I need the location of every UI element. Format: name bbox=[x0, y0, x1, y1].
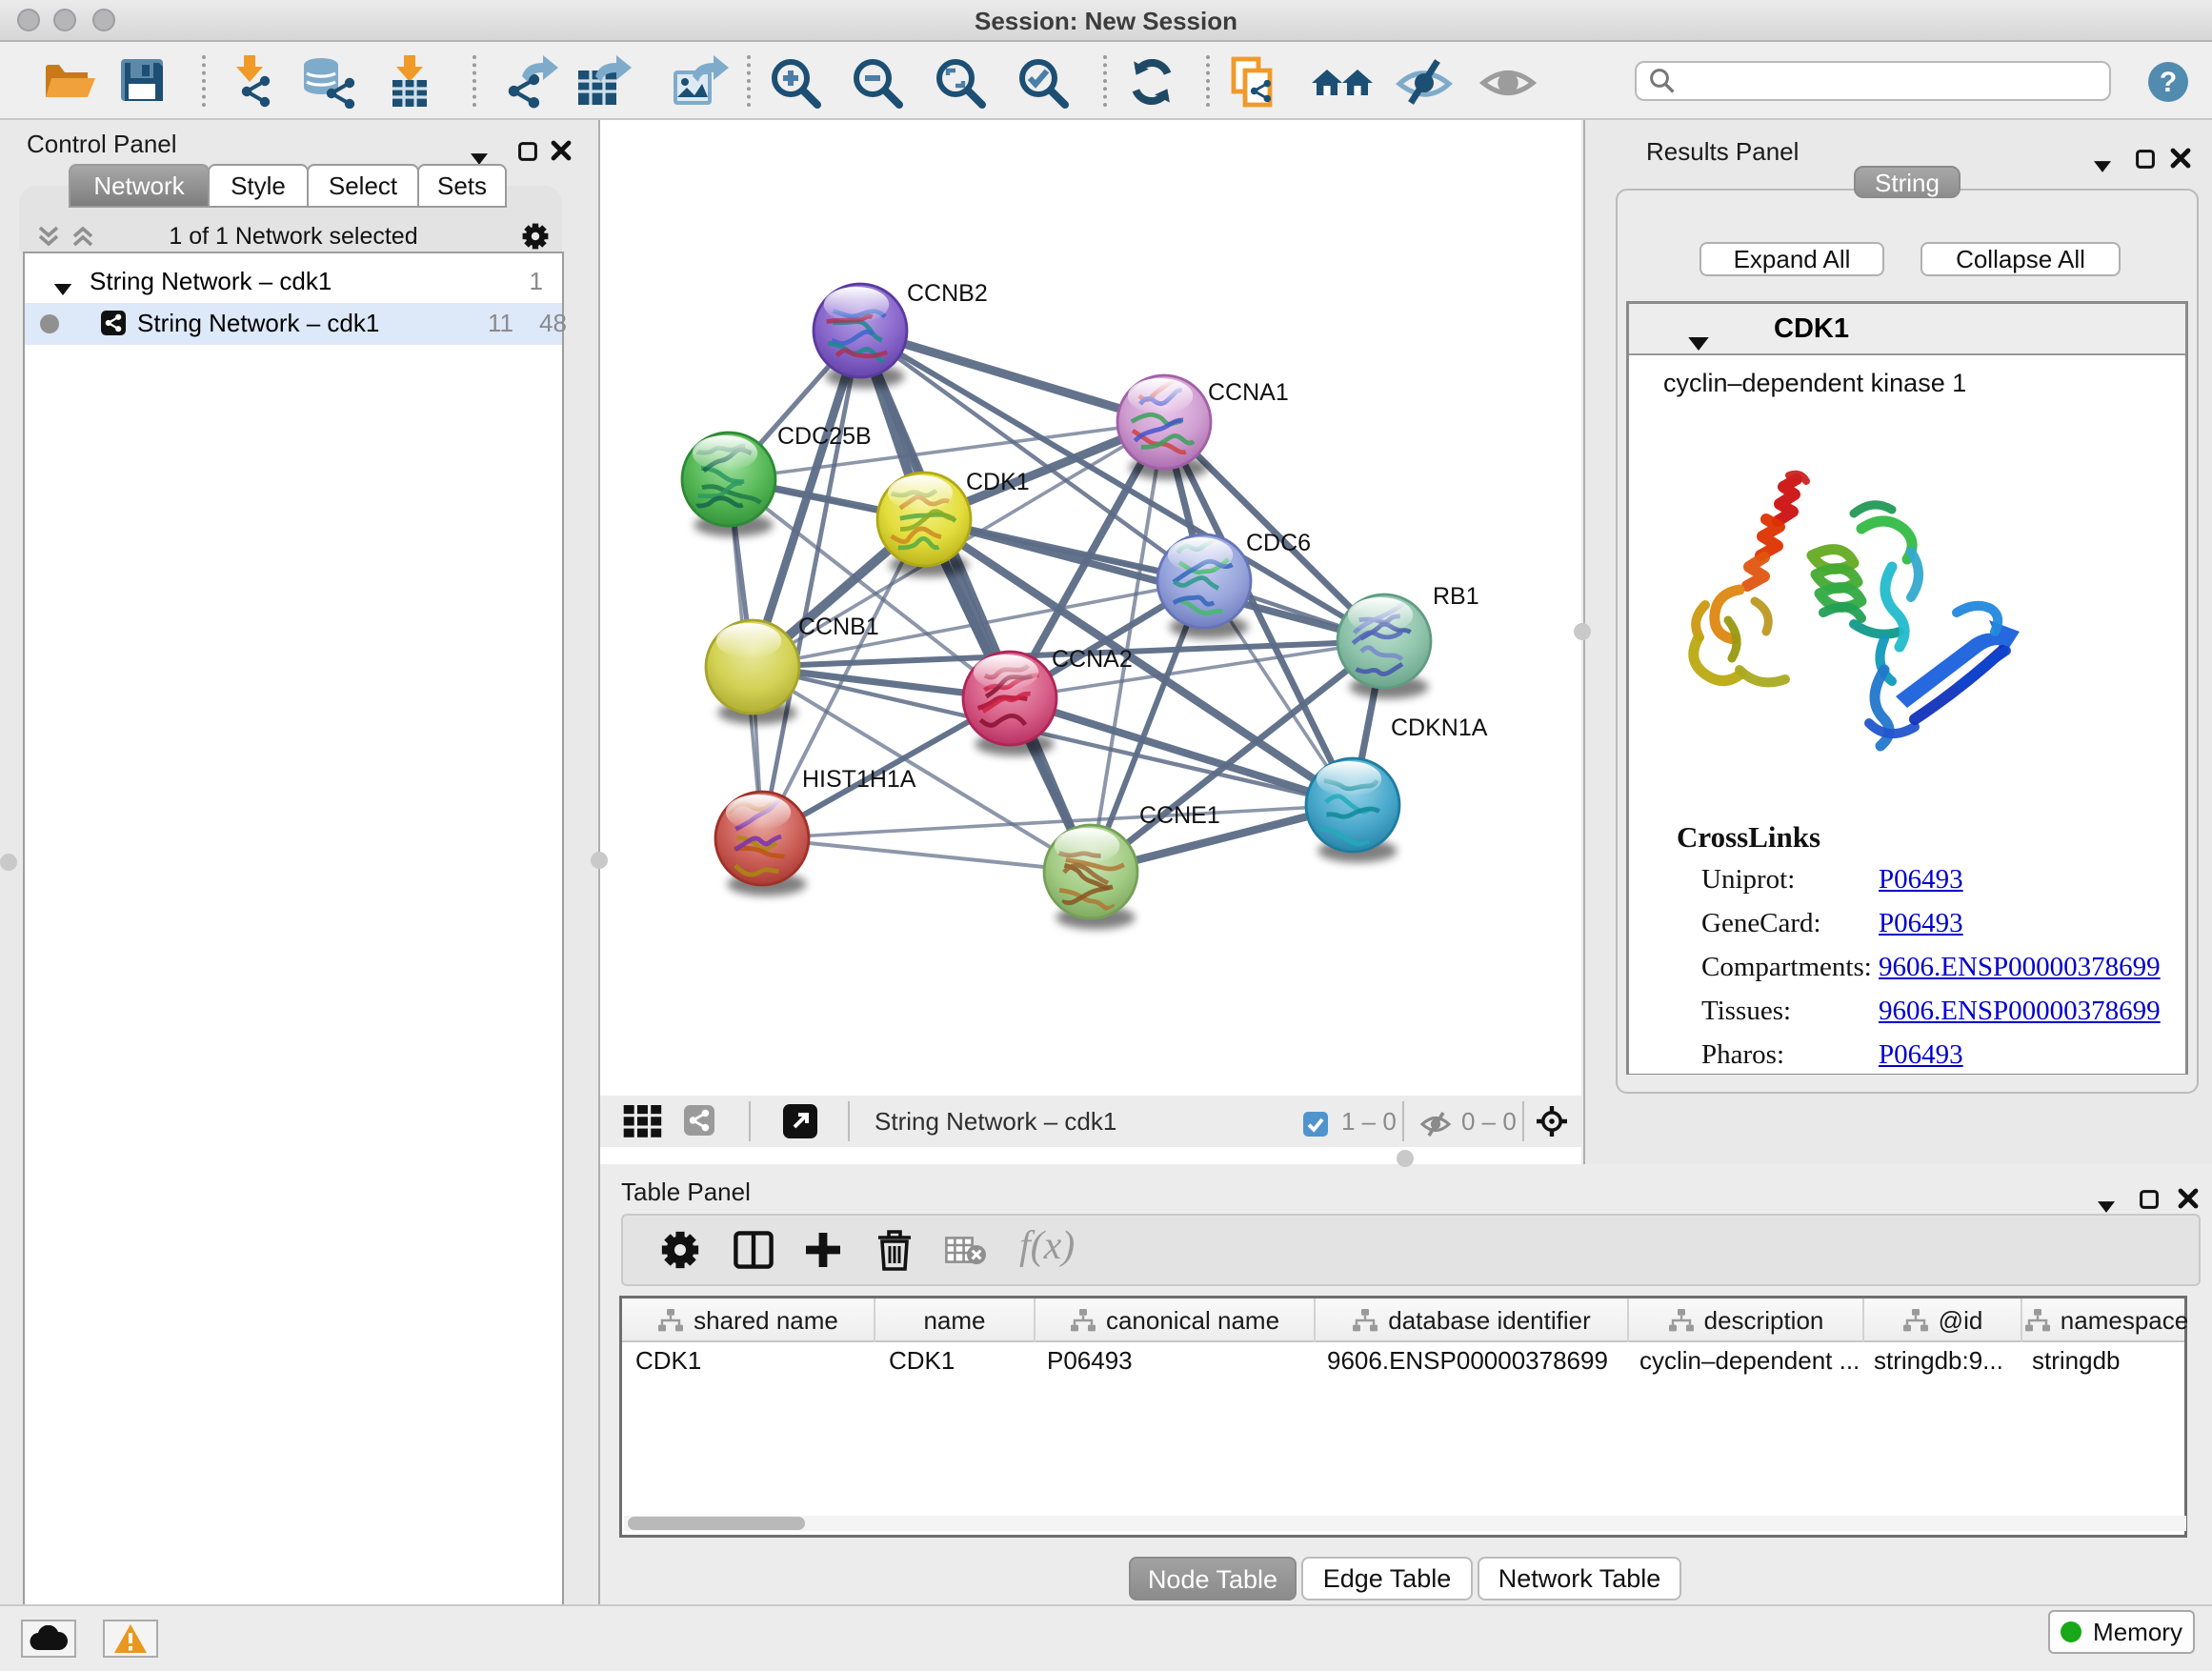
svg-text:?: ? bbox=[2160, 67, 2177, 98]
svg-text:CCNB1: CCNB1 bbox=[798, 614, 879, 640]
svg-text:CCNA1: CCNA1 bbox=[1208, 379, 1289, 406]
svg-text:CCNB2: CCNB2 bbox=[907, 280, 988, 307]
svg-text:RB1: RB1 bbox=[1433, 583, 1479, 610]
svg-text:CCNE1: CCNE1 bbox=[1139, 802, 1220, 829]
svg-text:CCNA2: CCNA2 bbox=[1052, 646, 1133, 673]
svg-text:HIST1H1A: HIST1H1A bbox=[802, 766, 916, 793]
svg-text:CDK1: CDK1 bbox=[966, 469, 1030, 495]
svg-text:CDC6: CDC6 bbox=[1246, 530, 1311, 556]
svg-text:CDKN1A: CDKN1A bbox=[1391, 715, 1488, 741]
svg-text:CDC25B: CDC25B bbox=[777, 423, 872, 450]
